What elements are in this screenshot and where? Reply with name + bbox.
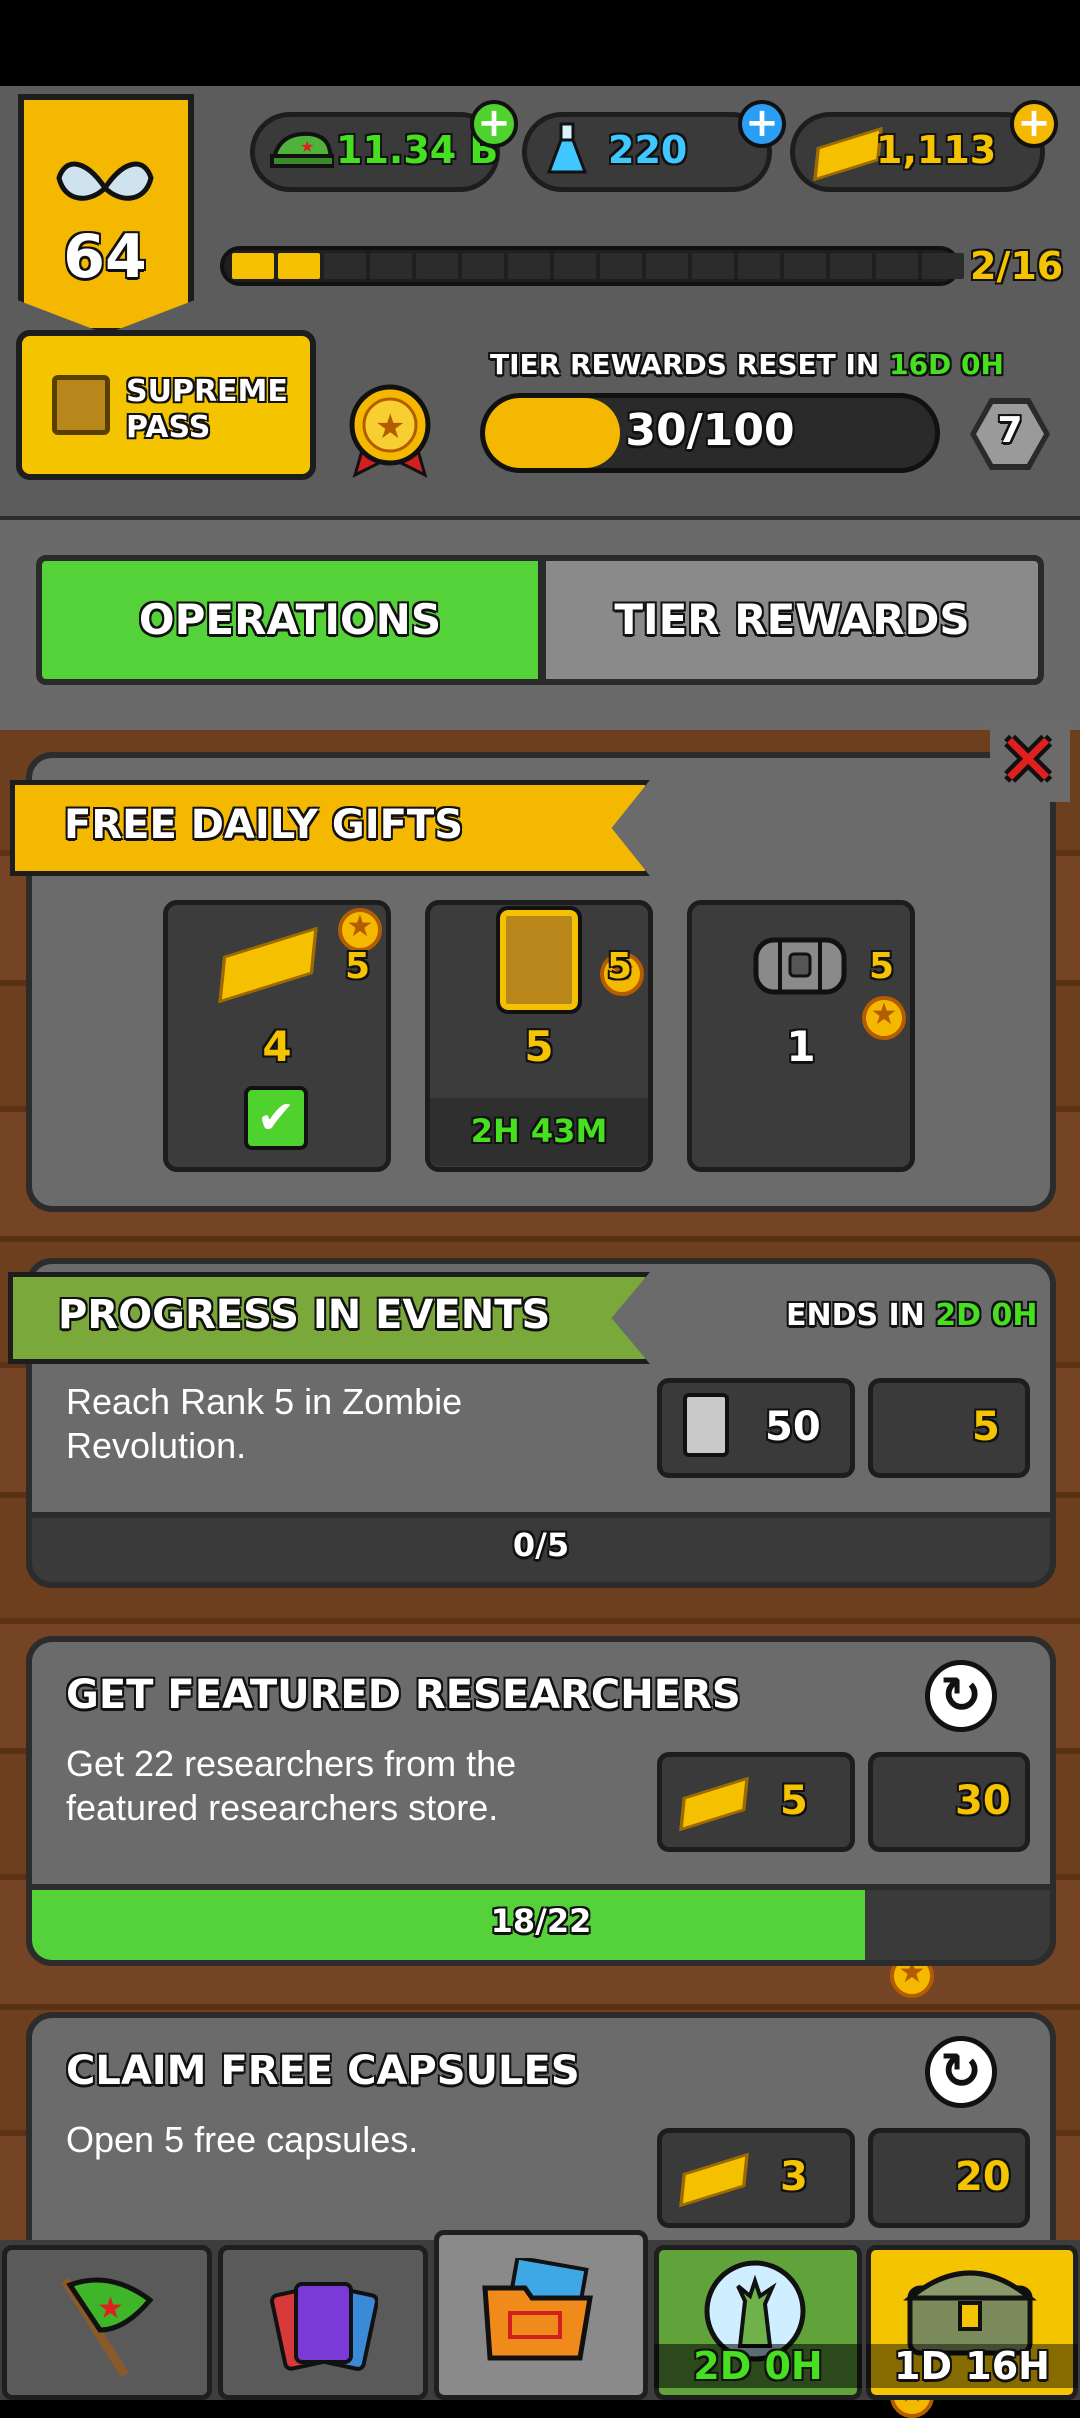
refresh-icon[interactable]: ↻ <box>925 1660 997 1732</box>
army-cap-icon: ★ <box>270 128 336 172</box>
science-value: 220 <box>608 128 688 172</box>
gift-medal-count: 5 <box>345 946 371 987</box>
events-progress-text: 0/5 <box>512 1526 570 1564</box>
level-progress-segment <box>324 253 366 279</box>
tier-medal-icon: ★ <box>345 380 435 480</box>
level-progress-segment <box>600 253 642 279</box>
reward-value: 30 <box>955 1778 1011 1824</box>
gift-amount: 1 <box>786 1022 816 1071</box>
zombie-event-timer: 2D 0H <box>654 2344 862 2388</box>
gift-amount: 5 <box>524 1022 554 1071</box>
events-ends-timer: 2D 0H <box>935 1298 1038 1333</box>
refresh-icon[interactable]: ↻ <box>925 2036 997 2108</box>
level-progress-segment <box>508 253 550 279</box>
close-icon[interactable]: ✕ <box>998 718 1058 802</box>
level-progress-segment <box>462 253 504 279</box>
level-progress-segment <box>876 253 918 279</box>
plus-glyph: + <box>745 100 779 146</box>
gold-value: 1,113 <box>876 128 997 172</box>
claimed-check-icon: ✔ <box>244 1086 308 1150</box>
researchers-description: Get 22 researchers from the featured res… <box>66 1743 517 1828</box>
level-progress-text: 2/16 <box>970 244 1064 288</box>
tier-reset-timer: 16D 0H <box>889 348 1004 381</box>
level-progress-segment <box>416 253 458 279</box>
level-progress-segment <box>370 253 412 279</box>
researchers-title: GET FEATURED RESEARCHERS <box>66 1672 741 1718</box>
svg-text:★: ★ <box>97 2291 124 2326</box>
reward-value: 3 <box>780 2154 808 2200</box>
cards-icon <box>268 2270 379 2380</box>
level-progress-segment <box>738 253 780 279</box>
reward-value: 5 <box>972 1404 1000 1450</box>
level-progress-segment <box>232 253 274 279</box>
level-progress-segment <box>692 253 734 279</box>
gift-timer: 2H 43M <box>470 1112 608 1150</box>
gift-medal-count: 5 <box>607 946 633 987</box>
tab-operations[interactable]: OPERATIONS <box>36 555 544 685</box>
capsules-description: Open 5 free capsules. <box>66 2119 419 2160</box>
reward-value: 20 <box>955 2154 1011 2200</box>
locked-chest-icon <box>750 930 850 1000</box>
tab-tier-rewards[interactable]: TIER REWARDS <box>540 555 1044 685</box>
level-progress-segment <box>554 253 596 279</box>
svg-text:★: ★ <box>375 407 405 447</box>
level-progress-segment <box>278 253 320 279</box>
card-icon <box>496 906 582 1014</box>
svg-text:★: ★ <box>300 137 314 156</box>
flask-icon <box>545 122 589 178</box>
player-level: 64 <box>63 222 147 292</box>
daily-gifts-title: FREE DAILY GIFTS <box>64 802 464 848</box>
level-progress-bar <box>220 246 964 286</box>
level-progress-segment <box>922 253 964 279</box>
gift-medal-count: 5 <box>869 946 895 987</box>
tier-reset-label: TIER REWARDS RESET IN 16D 0H <box>490 348 1004 381</box>
flag-icon: ★ <box>55 2270 165 2380</box>
reward-value: 5 <box>780 1778 808 1824</box>
researchers-progress-text: 18/22 <box>490 1902 592 1940</box>
events-description: Reach Rank 5 in Zombie Revolution. <box>66 1381 463 1466</box>
plus-glyph: + <box>477 100 511 146</box>
supreme-pass-label: SUPREME PASS <box>126 374 288 445</box>
wings-icon <box>55 148 155 218</box>
level-progress-segment <box>646 253 688 279</box>
capsules-title: CLAIM FREE CAPSULES <box>66 2048 580 2094</box>
tier-progress-text: 30/100 <box>625 405 795 456</box>
events-ends-label: ENDS IN 2D 0H <box>786 1298 1038 1333</box>
pass-card-icon <box>52 375 110 435</box>
level-progress-segment <box>784 253 826 279</box>
folder-icon <box>480 2255 600 2368</box>
treasure-chest-icon <box>900 2258 1040 2358</box>
reward-value: 50 <box>765 1404 821 1450</box>
plus-glyph: + <box>1017 100 1051 146</box>
card-icon <box>683 1393 729 1457</box>
gift-amount: 4 <box>262 1022 292 1071</box>
chest-event-timer: 1D 16H <box>866 2344 1078 2388</box>
events-title: PROGRESS IN EVENTS <box>58 1292 551 1338</box>
level-progress-segments <box>232 253 964 283</box>
events-reward-medals <box>868 1378 1030 1478</box>
tier-number: 7 <box>997 410 1023 451</box>
level-progress-segment <box>830 253 872 279</box>
